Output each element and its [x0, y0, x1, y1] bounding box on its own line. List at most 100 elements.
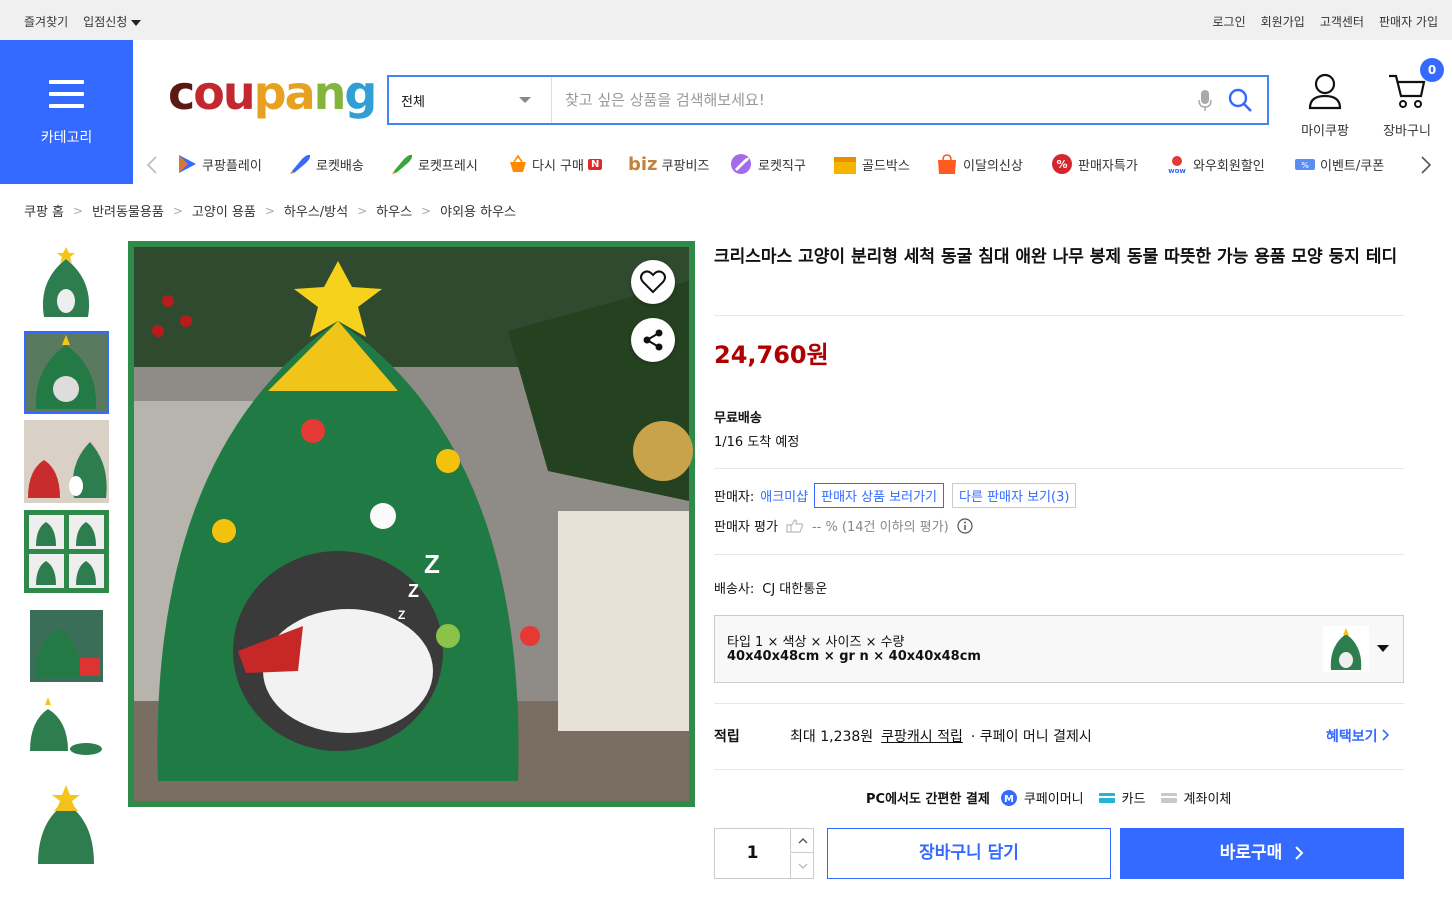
cash-reward-link[interactable]: 쿠팡캐시 적립: [881, 726, 963, 746]
buy-now-button[interactable]: 바로구매: [1120, 828, 1404, 879]
nav-coupang-play[interactable]: 쿠팡플레이: [176, 150, 262, 178]
product-thumbnail[interactable]: [24, 781, 109, 864]
chevron-left-icon[interactable]: [146, 155, 158, 175]
my-coupang-button[interactable]: 마이쿠팡: [1296, 72, 1354, 139]
breadcrumb-item[interactable]: 고양이 용품: [192, 201, 256, 220]
svg-text:%: %: [1301, 161, 1309, 170]
login-link[interactable]: 로그인: [1213, 13, 1246, 30]
search-category-select[interactable]: 전체: [389, 77, 552, 123]
support-link[interactable]: 고객센터: [1320, 13, 1364, 30]
benefit-link[interactable]: 혜택보기: [1326, 726, 1390, 746]
nav-rocket-fresh[interactable]: 로켓프레시: [390, 150, 478, 178]
breadcrumb-item[interactable]: 하우스: [376, 201, 412, 220]
pay-money-label: 쿠페이머니: [1023, 792, 1084, 807]
search-category-value: 전체: [401, 95, 425, 110]
divider: [714, 315, 1404, 316]
reward-amount: 최대 1,238원: [790, 729, 874, 745]
nav-buy-again[interactable]: 다시 구매 N: [508, 150, 603, 178]
shipping-label: 무료배송: [714, 411, 762, 426]
coupon-icon: %: [1295, 159, 1315, 170]
category-label: 카테고리: [40, 130, 93, 146]
rocket-direct-icon: [731, 154, 751, 174]
breadcrumb-item[interactable]: 하우스/방석: [284, 201, 348, 220]
wishlist-button[interactable]: [631, 260, 675, 304]
signup-link[interactable]: 회원가입: [1261, 13, 1305, 30]
seller-products-button[interactable]: 판매자 상품 보러가기: [814, 483, 945, 508]
divider: [714, 703, 1404, 704]
chevron-right-icon: >: [357, 203, 368, 218]
divider: [714, 554, 1404, 555]
category-button[interactable]: 카테고리: [0, 40, 133, 184]
chevron-right-icon[interactable]: [1420, 155, 1432, 175]
nav-goldbox[interactable]: 골드박스: [832, 150, 910, 178]
share-button[interactable]: [631, 318, 675, 362]
nav-new-arrivals[interactable]: 이달의신상: [935, 150, 1023, 178]
seller-rating-value: -- % (14건 이하의 평가): [811, 520, 949, 535]
rocket-icon: [290, 154, 311, 174]
nav-rocket-direct[interactable]: 로켓직구: [730, 150, 806, 178]
nav-label: 로켓배송: [316, 158, 364, 174]
buy-now-label: 바로구매: [1219, 843, 1283, 863]
breadcrumb-item[interactable]: 반려동물용품: [92, 201, 164, 220]
heart-icon: [640, 270, 666, 294]
wow-icon: wow: [1168, 156, 1186, 175]
product-thumbnail[interactable]: [24, 604, 109, 687]
seller-name-link[interactable]: 애크미샵: [760, 486, 808, 505]
info-icon[interactable]: [957, 517, 973, 534]
nav-label: 판매자특가: [1078, 158, 1138, 174]
product-thumbnail[interactable]: [24, 510, 109, 593]
payment-label: PC에서도 간편한 결제: [866, 792, 990, 807]
arrival-date: 1/16 도착 예정: [714, 435, 800, 450]
microphone-icon[interactable]: [1197, 89, 1213, 113]
cart-label: 장바구니: [1383, 124, 1431, 139]
nav-rocket-delivery[interactable]: 로켓배송: [288, 150, 364, 178]
join-store-label: 입점신청: [83, 15, 128, 29]
cart-button[interactable]: 0 장바구니: [1378, 58, 1444, 139]
service-nav: 쿠팡플레이 로켓배송 로켓프레시 다시 구매 N biz 쿠팡비즈 로켓직구 골…: [140, 150, 1452, 180]
nav-seller-deals[interactable]: % 판매자특가: [1050, 150, 1138, 178]
search-input[interactable]: [553, 77, 1173, 123]
nav-label: 이벤트/쿠폰: [1320, 158, 1385, 174]
other-sellers-button[interactable]: 다른 판매자 보기(3): [952, 483, 1077, 508]
play-icon: [179, 155, 196, 173]
seller-signup-link[interactable]: 판매자 가입: [1379, 13, 1438, 30]
product-thumbnail[interactable]: [24, 689, 109, 772]
share-icon: [643, 329, 663, 351]
chevron-right-icon: >: [421, 203, 432, 218]
option-value: 40x40x48cm × gr n × 40x40x48cm: [727, 649, 981, 664]
bookmark-link[interactable]: 즐겨찾기: [24, 13, 68, 30]
quantity-decrease-button[interactable]: [790, 854, 814, 878]
option-select[interactable]: 타입 1 × 색상 × 사이즈 × 수량 40x40x48cm × gr n ×…: [714, 615, 1404, 683]
breadcrumb: 쿠팡 홈 > 반려동물용품 > 고양이 용품 > 하우스/방석 > 하우스 > 야외용 하…: [24, 201, 516, 221]
nav-coupang-biz[interactable]: biz 쿠팡비즈: [628, 150, 709, 178]
reward-row: 최대 1,238원 쿠팡캐시 적립 · 쿠페이 머니 결제시: [790, 726, 1092, 746]
shopping-bag-icon: [938, 154, 956, 174]
breadcrumb-item[interactable]: 야외용 하우스: [440, 201, 516, 220]
nav-events-coupons[interactable]: % 이벤트/쿠폰: [1294, 150, 1384, 178]
coupay-money-icon: M: [1000, 789, 1017, 806]
product-thumbnail[interactable]: [24, 241, 109, 324]
seller-rating-label: 판매자 평가: [714, 520, 778, 535]
svg-text:Z: Z: [398, 608, 405, 622]
chevron-down-icon: [519, 97, 531, 103]
quantity-increase-button[interactable]: [790, 829, 814, 853]
chevron-right-icon: [1382, 729, 1390, 741]
product-thumbnail[interactable]: [24, 420, 109, 503]
coupang-logo[interactable]: coupang: [168, 68, 377, 118]
breadcrumb-item[interactable]: 쿠팡 홈: [24, 201, 64, 220]
nav-wow-discount[interactable]: wow 와우회원할인: [1165, 150, 1265, 178]
join-store-menu[interactable]: 입점신청: [83, 13, 142, 30]
nav-label: 와우회원할인: [1193, 158, 1265, 174]
product-main-image[interactable]: Z Z Z: [128, 241, 695, 807]
chevron-right-icon: [1295, 846, 1304, 860]
add-to-cart-button[interactable]: 장바구니 담기: [827, 828, 1111, 879]
seller-rating-row: 판매자 평가 -- % (14건 이하의 평가): [714, 516, 973, 535]
quantity-input[interactable]: 1: [715, 829, 790, 878]
search-icon[interactable]: [1227, 87, 1253, 113]
chevron-right-icon: >: [264, 203, 275, 218]
bank-transfer-icon: [1160, 792, 1177, 803]
nav-label: 쿠팡플레이: [202, 158, 262, 174]
divider: [714, 468, 1404, 469]
product-thumbnail-selected[interactable]: [24, 331, 109, 414]
svg-text:Z: Z: [408, 581, 419, 601]
